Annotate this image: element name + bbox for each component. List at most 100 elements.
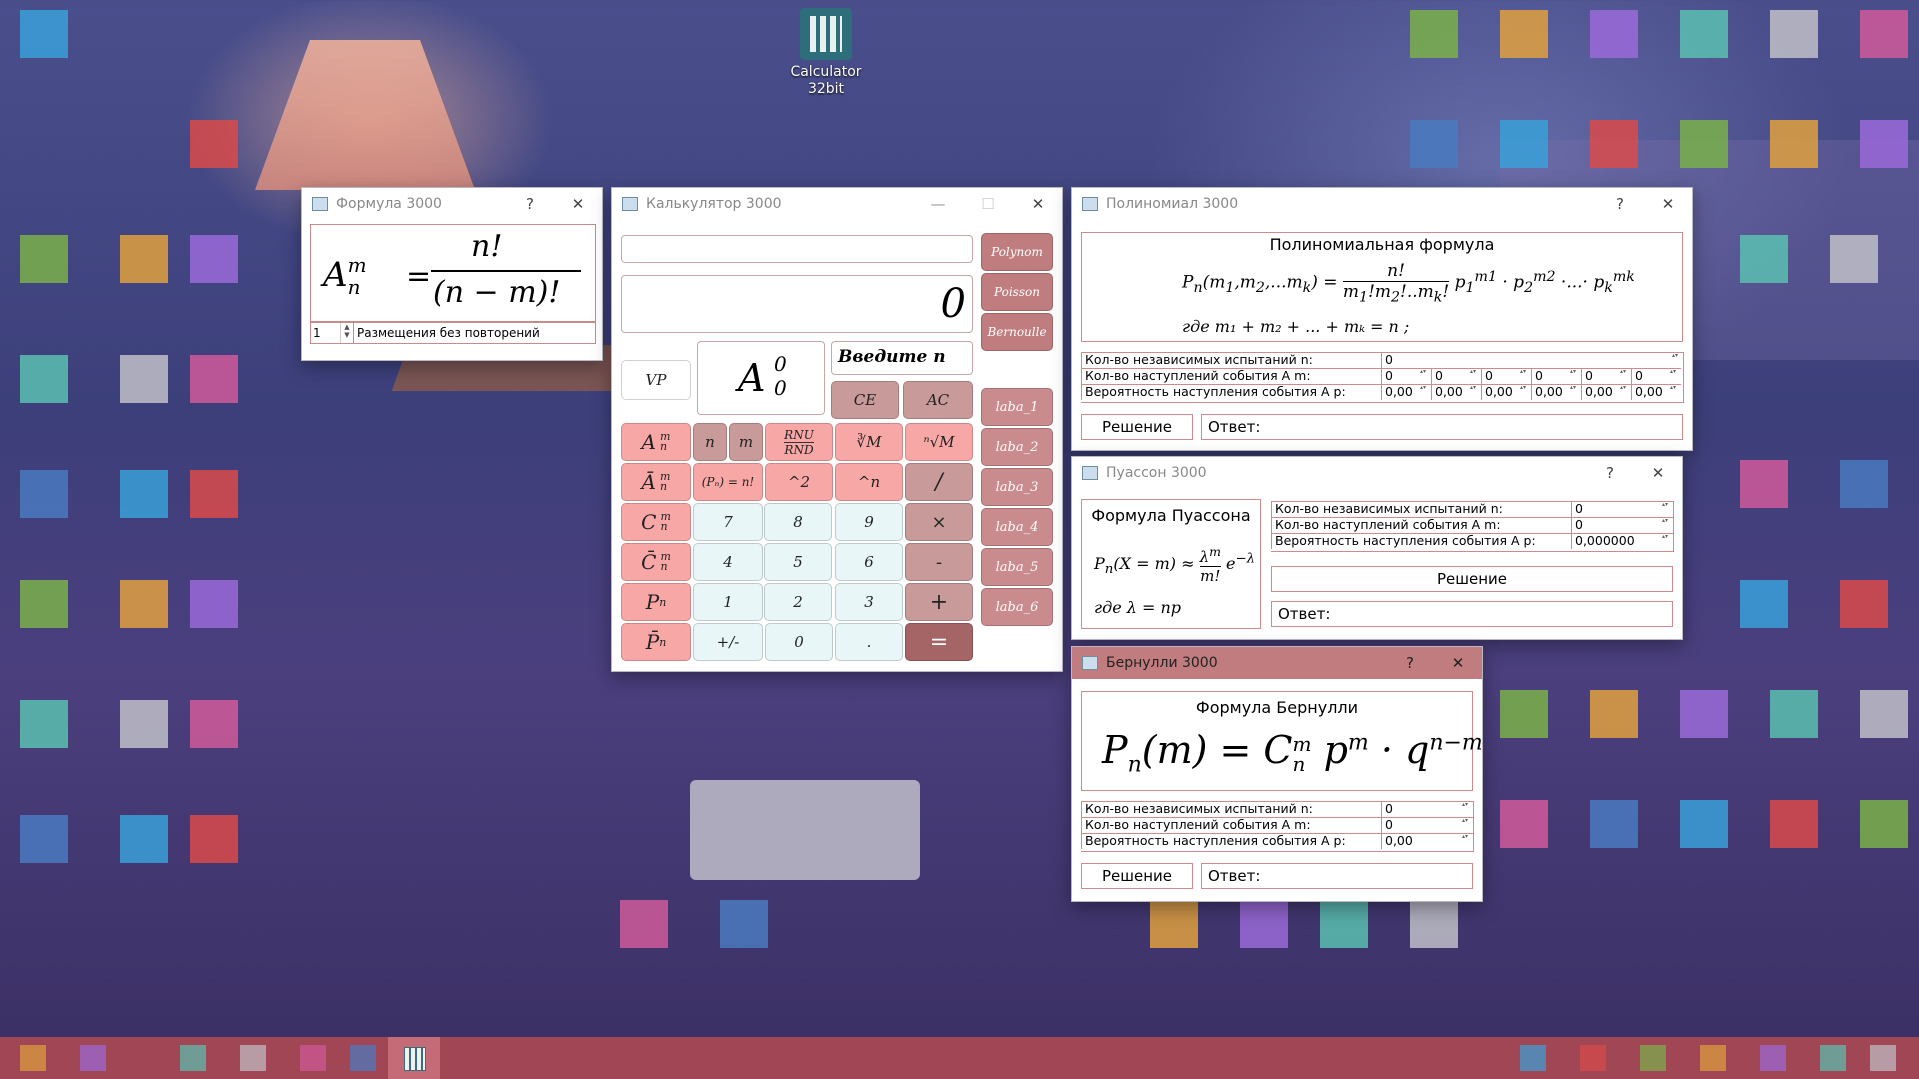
blurred-desktop-icon[interactable] xyxy=(1680,10,1728,58)
spin-input[interactable]: 0 xyxy=(1381,801,1473,817)
blurred-desktop-icon[interactable] xyxy=(20,700,68,748)
spin-input[interactable]: 0 xyxy=(1571,501,1673,517)
blurred-desktop-icon[interactable] xyxy=(1840,460,1888,508)
blurred-desktop-icon[interactable] xyxy=(620,900,668,948)
blurred-desktop-icon[interactable] xyxy=(190,120,238,168)
blurred-desktop-icon[interactable] xyxy=(1590,10,1638,58)
combinatorics-button-4[interactable]: Pn xyxy=(621,583,691,621)
spin-input[interactable]: 0 xyxy=(1531,368,1581,384)
taskbar-item[interactable] xyxy=(240,1045,266,1071)
blurred-desktop-icon[interactable] xyxy=(190,355,238,403)
digit-9-button[interactable]: 9 xyxy=(835,503,903,541)
taskbar-item[interactable] xyxy=(300,1045,326,1071)
digit-1-button[interactable]: 1 xyxy=(693,583,763,621)
digit-4-button[interactable]: 4 xyxy=(693,543,763,581)
mode-button-laba_2[interactable]: laba_2 xyxy=(981,428,1053,466)
blurred-desktop-icon[interactable] xyxy=(1770,120,1818,168)
nth-root-button[interactable]: ⁿ√M xyxy=(905,423,973,461)
blurred-desktop-icon[interactable] xyxy=(1410,900,1458,948)
plusminus-button[interactable]: +/- xyxy=(693,623,763,661)
combinatorics-button-0[interactable]: Amn xyxy=(621,423,691,461)
multiply-button[interactable]: × xyxy=(905,503,973,541)
spin-input[interactable]: 0 xyxy=(1381,817,1473,833)
taskbar-item[interactable] xyxy=(1700,1045,1726,1071)
mode-button-polynom[interactable]: Polynom xyxy=(981,233,1053,271)
spin-input[interactable]: 0 xyxy=(1631,368,1681,384)
spin-input[interactable]: 0,00 xyxy=(1581,384,1631,400)
divide-button[interactable]: / xyxy=(905,463,973,501)
close-button[interactable]: ✕ xyxy=(1438,647,1478,679)
blurred-desktop-icon[interactable] xyxy=(1770,800,1818,848)
blurred-desktop-icon[interactable] xyxy=(20,235,68,283)
help-button[interactable]: ? xyxy=(510,188,550,220)
mode-button-poisson[interactable]: Poisson xyxy=(981,273,1053,311)
taskbar-item[interactable] xyxy=(20,1045,46,1071)
mode-button-laba_3[interactable]: laba_3 xyxy=(981,468,1053,506)
mode-button-laba_1[interactable]: laba_1 xyxy=(981,388,1053,426)
blurred-desktop-icon[interactable] xyxy=(1150,900,1198,948)
calculator-titlebar[interactable]: Калькулятор 3000 — ☐ ✕ xyxy=(612,188,1062,220)
blurred-desktop-icon[interactable] xyxy=(1590,800,1638,848)
blurred-desktop-icon[interactable] xyxy=(120,580,168,628)
spin-input[interactable]: 0 xyxy=(1571,517,1673,533)
help-button[interactable]: ? xyxy=(1390,647,1430,679)
blurred-desktop-icon[interactable] xyxy=(20,470,68,518)
spin-input[interactable]: 0,00 xyxy=(1531,384,1581,400)
blurred-desktop-icon[interactable] xyxy=(120,470,168,518)
poisson-titlebar[interactable]: Пуассон 3000 ? ✕ xyxy=(1072,457,1682,489)
blurred-desktop-icon[interactable] xyxy=(120,355,168,403)
spin-arrows-icon[interactable]: ▲ ▼ xyxy=(340,323,353,343)
power-button[interactable]: ^n xyxy=(835,463,903,501)
spin-input[interactable]: 0,00 xyxy=(1631,384,1681,400)
blurred-desktop-icon[interactable] xyxy=(1840,580,1888,628)
blurred-desktop-icon[interactable] xyxy=(1680,800,1728,848)
blurred-desktop-icon[interactable] xyxy=(1680,690,1728,738)
spin-input[interactable]: 0 xyxy=(1381,368,1431,384)
decimal-button[interactable]: . xyxy=(835,623,903,661)
polynomial-titlebar[interactable]: Полиномиал 3000 ? ✕ xyxy=(1072,188,1692,220)
blurred-desktop-icon[interactable] xyxy=(1590,690,1638,738)
cube-root-button[interactable]: ∛M xyxy=(835,423,903,461)
taskbar-item[interactable] xyxy=(1870,1045,1896,1071)
blurred-desktop-icon[interactable] xyxy=(120,235,168,283)
help-button[interactable]: ? xyxy=(1590,457,1630,489)
formula-spinbox[interactable]: 1 ▲ ▼ xyxy=(311,323,354,343)
bernoulli-solve-button[interactable]: Решение xyxy=(1081,863,1193,889)
formula-titlebar[interactable]: Формула 3000 ? ✕ xyxy=(302,188,602,220)
blurred-desktop-icon[interactable] xyxy=(1860,10,1908,58)
blurred-desktop-icon[interactable] xyxy=(1830,235,1878,283)
minus-button[interactable]: - xyxy=(905,543,973,581)
vp-button[interactable]: VP xyxy=(621,360,691,400)
taskbar-item[interactable] xyxy=(350,1045,376,1071)
plus-button[interactable]: + xyxy=(905,583,973,621)
digit-2-button[interactable]: 2 xyxy=(764,583,832,621)
close-button[interactable]: ✕ xyxy=(1018,188,1058,220)
blurred-desktop-icon[interactable] xyxy=(1770,10,1818,58)
ac-button[interactable]: AC xyxy=(903,381,973,419)
blurred-desktop-icon[interactable] xyxy=(1500,800,1548,848)
spin-input[interactable]: 0 xyxy=(1481,368,1531,384)
square-button[interactable]: ^2 xyxy=(765,463,833,501)
digit-7-button[interactable]: 7 xyxy=(693,503,763,541)
blurred-desktop-icon[interactable] xyxy=(190,580,238,628)
blurred-desktop-icon[interactable] xyxy=(190,815,238,863)
blurred-desktop-icon[interactable] xyxy=(190,235,238,283)
close-button[interactable]: ✕ xyxy=(1648,188,1688,220)
bernoulli-titlebar[interactable]: Бернулли 3000 ? ✕ xyxy=(1072,647,1482,679)
taskbar-item[interactable] xyxy=(1820,1045,1846,1071)
blurred-desktop-icon[interactable] xyxy=(190,470,238,518)
polynomial-solve-button[interactable]: Решение xyxy=(1081,414,1193,440)
spin-input[interactable]: 0,00 xyxy=(1431,384,1481,400)
blurred-desktop-icon[interactable] xyxy=(1680,120,1728,168)
combinatorics-button-5[interactable]: P̄ n xyxy=(621,623,691,661)
blurred-desktop-icon[interactable] xyxy=(1740,460,1788,508)
blurred-desktop-icon[interactable] xyxy=(1860,120,1908,168)
taskbar-item[interactable] xyxy=(1640,1045,1666,1071)
digit-6-button[interactable]: 6 xyxy=(835,543,903,581)
blurred-desktop-icon[interactable] xyxy=(1590,120,1638,168)
taskbar-calculator-button[interactable] xyxy=(388,1037,440,1079)
close-button[interactable]: ✕ xyxy=(558,188,598,220)
combinatorics-button-1[interactable]: Āmn xyxy=(621,463,691,501)
spin-input[interactable]: 0,00 xyxy=(1381,833,1473,849)
spin-input[interactable]: 0,00 xyxy=(1481,384,1531,400)
